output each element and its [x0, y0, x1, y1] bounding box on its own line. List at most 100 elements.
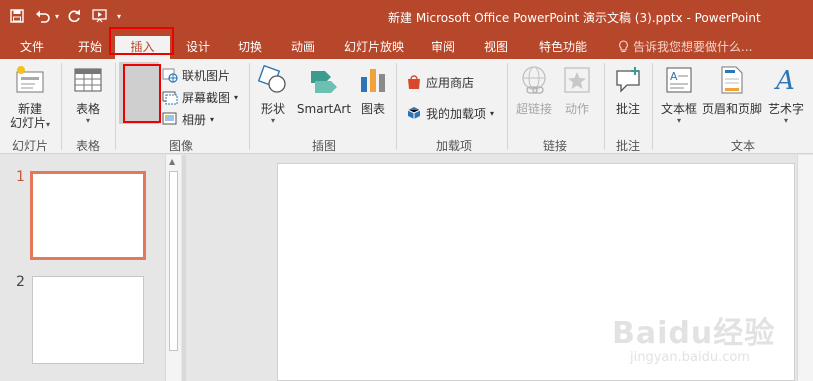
customize-qat-icon[interactable]: ▾	[117, 12, 121, 21]
textbox-label: 文本框	[660, 102, 697, 116]
wordart-label: 艺术字	[767, 102, 804, 116]
new-slide-icon	[6, 65, 54, 98]
tab-design[interactable]: 设计	[180, 36, 216, 59]
wordart-button[interactable]: A 艺术字 ▾	[766, 65, 806, 125]
editor-scrollbar[interactable]	[797, 155, 813, 381]
svg-text:A: A	[670, 70, 678, 83]
header-footer-label: 页眉和页脚	[701, 102, 762, 116]
tab-transitions[interactable]: 切换	[232, 36, 268, 59]
comment-icon	[610, 65, 646, 98]
action-icon	[560, 65, 594, 98]
photo-album-icon	[162, 112, 177, 125]
photo-album-button[interactable]: 相册 ▾	[162, 109, 214, 129]
undo-dropdown-icon[interactable]: ▾	[55, 12, 59, 21]
comment-label: 批注	[615, 102, 640, 116]
slide-number: 2	[16, 274, 25, 290]
textbox-button[interactable]: A 文本框 ▾	[658, 65, 700, 125]
shapes-icon	[255, 64, 291, 98]
tab-view[interactable]: 视图	[478, 36, 514, 59]
quick-access-toolbar: ▾ ▾	[6, 5, 121, 27]
svg-text:A: A	[774, 66, 795, 95]
new-slide-label-2: 幻灯片	[9, 116, 46, 130]
screenshot-dropdown-icon[interactable]: ▾	[234, 93, 238, 102]
watermark-url: jingyan.baidu.com	[630, 350, 750, 365]
table-label: 表格	[75, 102, 100, 116]
tab-file[interactable]: 文件	[14, 36, 50, 59]
tab-home[interactable]: 开始	[72, 36, 108, 59]
group-illustrations-label: 插图	[311, 139, 336, 153]
online-pictures-label: 联机图片	[182, 68, 231, 83]
new-slide-label-1: 新建	[17, 102, 42, 116]
table-dropdown-icon[interactable]: ▾	[68, 116, 108, 125]
group-separator	[507, 63, 508, 150]
group-tables-label: 表格	[75, 139, 100, 153]
scrollbar-thumb[interactable]	[169, 171, 178, 351]
smartart-label: SmartArt	[296, 102, 352, 116]
group-separator	[115, 63, 116, 150]
group-addins-label: 加载项	[435, 139, 472, 153]
lightbulb-icon	[619, 40, 628, 53]
table-button[interactable]: 表格 ▾	[68, 65, 108, 125]
header-footer-button[interactable]: 页眉和页脚	[701, 65, 763, 116]
action-label: 动作	[564, 102, 589, 116]
new-slide-button[interactable]: 新建 幻灯片▾	[6, 65, 54, 132]
comment-button[interactable]: 批注	[610, 65, 646, 116]
smartart-button[interactable]: SmartArt	[296, 65, 352, 116]
textbox-dropdown-icon[interactable]: ▾	[658, 116, 700, 125]
chart-icon	[356, 65, 390, 98]
powerpoint-window: ▾ ▾ 新建 Microsoft Office PowerPoint 演示文稿 …	[0, 0, 813, 381]
shapes-button[interactable]: 形状 ▾	[255, 64, 291, 125]
tab-review[interactable]: 审阅	[425, 36, 461, 59]
table-icon	[68, 65, 108, 98]
group-separator	[61, 63, 62, 150]
slide-thumbnail-1[interactable]	[30, 171, 146, 260]
redo-icon[interactable]	[63, 5, 85, 27]
new-slide-dropdown-icon[interactable]: ▾	[46, 120, 50, 129]
group-images-label: 图像	[168, 139, 193, 153]
my-addins-dropdown-icon[interactable]: ▾	[490, 109, 494, 118]
my-addins-icon	[407, 107, 421, 119]
online-pictures-icon	[162, 68, 178, 83]
photo-album-label: 相册	[182, 112, 207, 127]
screenshot-label: 屏幕截图	[182, 90, 231, 105]
my-addins-button[interactable]: 我的加载项 ▾	[406, 103, 494, 123]
tab-featured[interactable]: 特色功能	[533, 36, 593, 59]
my-addins-label: 我的加载项	[426, 106, 487, 121]
chart-button[interactable]: 图表	[356, 65, 390, 116]
group-separator	[249, 63, 250, 150]
highlight-box-insert-tab	[109, 27, 174, 55]
highlight-box-picture-button	[123, 64, 161, 123]
hyperlink-label: 超链接	[515, 102, 552, 116]
store-button[interactable]: 应用商店	[406, 72, 474, 92]
hyperlink-icon	[513, 65, 555, 98]
save-icon[interactable]	[6, 5, 28, 27]
tell-me-box[interactable]: 告诉我您想要做什么...	[618, 38, 752, 55]
chart-label: 图表	[360, 102, 385, 116]
wordart-dropdown-icon[interactable]: ▾	[766, 116, 806, 125]
tab-slideshow[interactable]: 幻灯片放映	[338, 36, 410, 59]
shapes-label: 形状	[260, 102, 285, 116]
tab-animations[interactable]: 动画	[285, 36, 321, 59]
slide-number: 1	[16, 169, 25, 185]
smartart-icon	[296, 65, 352, 98]
online-pictures-button[interactable]: 联机图片	[162, 65, 230, 85]
thumbnails-scrollbar[interactable]: ▲	[165, 155, 181, 381]
shapes-dropdown-icon[interactable]: ▾	[255, 116, 291, 125]
slide-thumbnail-2[interactable]	[32, 276, 144, 364]
textbox-icon: A	[658, 65, 700, 98]
scroll-up-icon[interactable]: ▲	[169, 157, 175, 166]
photo-album-dropdown-icon[interactable]: ▾	[210, 115, 214, 124]
wordart-icon: A	[766, 65, 806, 98]
screenshot-icon	[162, 91, 178, 105]
slideshow-from-start-icon[interactable]	[89, 5, 111, 27]
action-button[interactable]: 动作	[560, 65, 594, 116]
undo-icon[interactable]	[32, 5, 54, 27]
store-icon	[408, 75, 420, 89]
window-title: 新建 Microsoft Office PowerPoint 演示文稿 (3).…	[388, 11, 761, 25]
group-comments-label: 批注	[615, 139, 640, 153]
baidu-watermark: Baidu经验 jingyan.baidu.com	[612, 308, 775, 365]
group-slides-label: 幻灯片	[11, 139, 48, 153]
hyperlink-button[interactable]: 超链接	[513, 65, 555, 116]
group-separator	[652, 63, 653, 150]
screenshot-button[interactable]: 屏幕截图 ▾	[162, 87, 238, 107]
